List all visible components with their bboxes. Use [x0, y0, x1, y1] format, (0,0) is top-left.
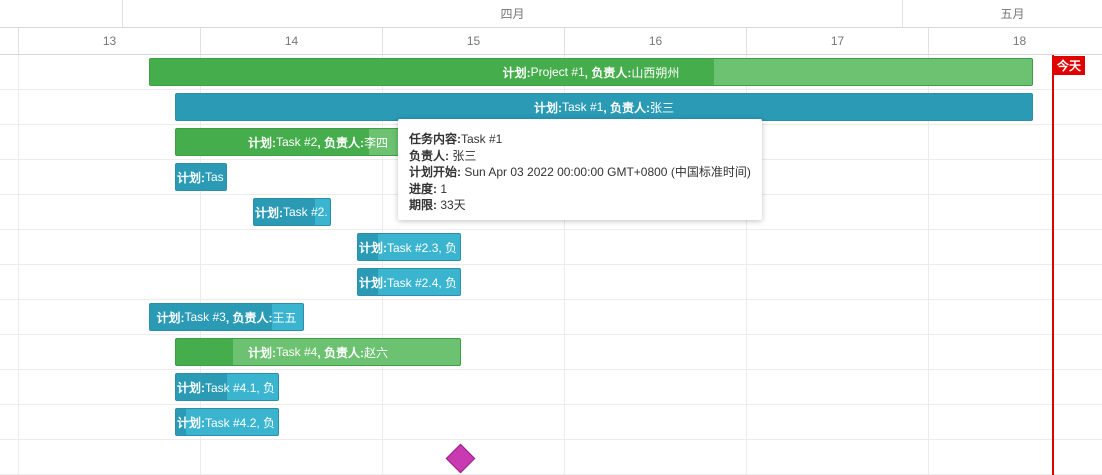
tooltip-content-key: 任务内容: — [409, 132, 461, 146]
today-line — [1052, 55, 1054, 475]
bar-label: 计划: Task #3, 负责人: 王五 — [156, 310, 297, 325]
day-label: 18 — [1012, 34, 1027, 48]
grid-row — [0, 265, 1102, 300]
day-cell: 16 — [564, 28, 746, 54]
bar-label: 计划: Task #2.3, 负 — [359, 240, 458, 255]
day-header: 13 14 15 16 17 18 — [0, 28, 1102, 55]
day-label: 15 — [466, 34, 481, 48]
task-bar[interactable]: 计划: Task #2.4, 负 — [357, 268, 461, 296]
grid-row — [0, 230, 1102, 265]
day-cell: 18 — [928, 28, 1102, 54]
tooltip-content-row: 任务内容:Task #1 — [409, 131, 762, 148]
month-header: 四月 五月 — [0, 0, 1102, 28]
day-label: 14 — [284, 34, 299, 48]
bar-label: 计划: Tas — [177, 170, 224, 185]
task-bar[interactable]: 计划: Task #4.2, 负 — [175, 408, 279, 436]
task-bar[interactable]: 计划: Task #1, 负责人: 张三 — [175, 93, 1033, 121]
month-cell-april: 四月 — [122, 0, 902, 27]
grid-row — [0, 440, 1102, 475]
month-label: 四月 — [500, 7, 525, 21]
tooltip-progress-key: 进度: — [409, 181, 437, 196]
project-bar[interactable]: 计划: Task #4, 负责人: 赵六 — [175, 338, 461, 366]
bar-label: 计划: Task #1, 负责人: 张三 — [533, 100, 675, 115]
day-cell: 15 — [382, 28, 564, 54]
grid-column-line — [18, 55, 19, 475]
tooltip-duration-value: 33天 — [437, 198, 466, 212]
grid-row — [0, 370, 1102, 405]
task-bar[interactable]: 计划: Task #4.1, 负 — [175, 373, 279, 401]
today-marker: 今天 — [1053, 56, 1086, 75]
bar-label: 计划: Task #2. — [255, 205, 328, 220]
day-cell: 17 — [746, 28, 928, 54]
tooltip-duration-key: 期限: — [409, 198, 437, 212]
task-bar[interactable]: 计划: Task #3, 负责人: 王五 — [149, 303, 304, 331]
day-label: 17 — [830, 34, 845, 48]
grid-row — [0, 335, 1102, 370]
tooltip-content-value: Task #1 — [461, 132, 503, 146]
day-cell: 14 — [200, 28, 382, 54]
tooltip-owner-row: 负责人: 张三 — [409, 148, 762, 165]
bar-label: 计划: Task #4.2, 负 — [177, 415, 276, 430]
tooltip-owner-key: 负责人: — [409, 148, 449, 163]
tooltip-owner-value: 张三 — [449, 148, 477, 163]
grid-row — [0, 405, 1102, 440]
bar-label: 计划: Task #4, 负责人: 赵六 — [247, 345, 389, 360]
month-cell-may: 五月 — [902, 0, 1102, 27]
task-bar[interactable]: 计划: Tas — [175, 163, 227, 191]
task-bar[interactable]: 计划: Task #2.3, 负 — [357, 233, 461, 261]
tooltip-start-key: 计划开始: — [409, 165, 461, 179]
task-bar[interactable]: 计划: Task #2. — [253, 198, 331, 226]
task-tooltip: 任务内容:Task #1 负责人: 张三 计划开始: Sun Apr 03 20… — [398, 119, 762, 220]
day-cell: 13 — [18, 28, 200, 54]
bar-label: 计划: Task #2.4, 负 — [359, 275, 458, 290]
day-label: 13 — [102, 34, 117, 48]
tooltip-start-row: 计划开始: Sun Apr 03 2022 00:00:00 GMT+0800 … — [409, 164, 762, 181]
project-bar[interactable]: 计划: Project #1, 负责人: 山西朔州 — [149, 58, 1033, 86]
tooltip-progress-row: 进度: 1 — [409, 181, 762, 198]
tooltip-duration-row: 期限: 33天 — [409, 197, 762, 214]
tooltip-progress-value: 1 — [437, 181, 448, 196]
bar-label: 计划: Project #1, 负责人: 山西朔州 — [502, 65, 680, 80]
day-label: 16 — [648, 34, 663, 48]
tooltip-start-value: Sun Apr 03 2022 00:00:00 GMT+0800 (中国标准时… — [461, 165, 751, 179]
gantt-chart: 四月 五月 13 14 15 16 17 18 计划: Project #1, 负责人: … — [0, 0, 1102, 475]
bar-label: 计划: Task #4.1, 负 — [177, 380, 276, 395]
month-label: 五月 — [1000, 7, 1025, 21]
